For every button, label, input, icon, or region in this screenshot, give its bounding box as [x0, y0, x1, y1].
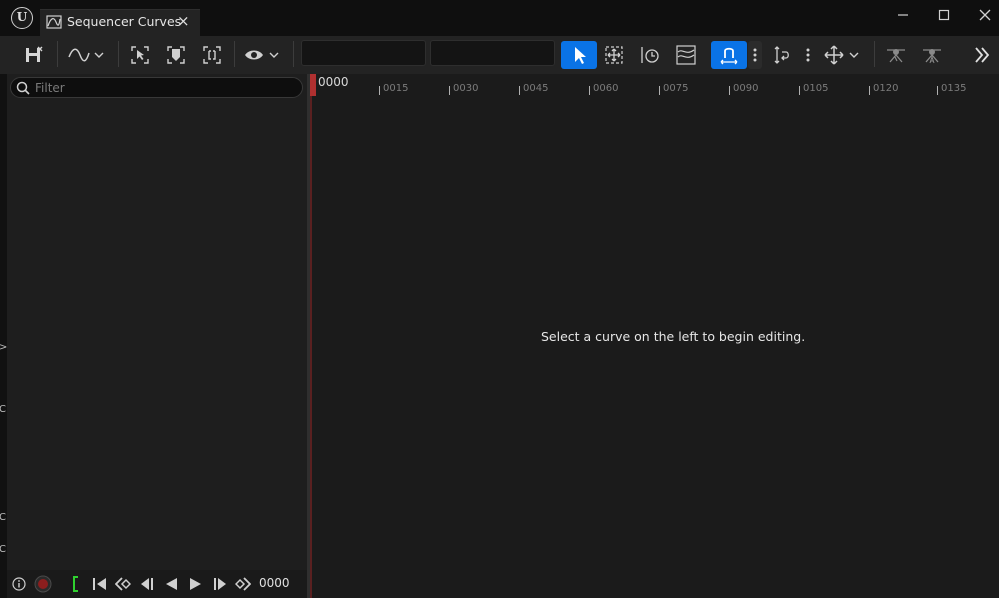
save-icon[interactable] [22, 41, 46, 69]
curve-toolbar [0, 36, 999, 74]
tab-sequencer-curves[interactable]: Sequencer Curves × [40, 9, 200, 36]
play-icon[interactable] [187, 574, 205, 594]
info-icon[interactable] [11, 574, 27, 594]
ruler-tick [589, 86, 590, 95]
ruler-tick [379, 86, 380, 95]
ruler-tick-label: 0060 [593, 83, 619, 94]
ruler-tick [937, 86, 938, 95]
snap-button[interactable] [711, 41, 747, 69]
ruler-tick [449, 86, 450, 95]
curve-tree-panel: 0000 [7, 74, 307, 598]
move-dropdown[interactable] [823, 41, 863, 69]
frame-all-icon[interactable] [200, 41, 224, 69]
toolbar-separator [118, 41, 119, 67]
edge-glyph: C [0, 544, 6, 555]
ruler-tick-label: 0090 [733, 83, 759, 94]
ruler-tick [659, 86, 660, 95]
eye-dropdown[interactable] [242, 41, 282, 69]
empty-state-message: Select a curve on the left to begin edit… [541, 329, 806, 344]
current-frame-readout: 0000 [259, 576, 290, 590]
curve-editor-canvas[interactable]: Select a curve on the left to begin edit… [312, 96, 999, 598]
normalize-icon[interactable] [771, 41, 795, 69]
step-back-icon[interactable] [138, 574, 156, 594]
eye-icon [245, 50, 279, 60]
ruler-tick-label: 0105 [803, 83, 829, 94]
curve-editor-icon [46, 15, 62, 29]
multi-scale-icon[interactable] [674, 41, 698, 69]
move-icon [824, 45, 859, 65]
ruler-tick-label: 0045 [523, 83, 549, 94]
select-icon [575, 47, 586, 64]
ruler-tick-label: 0030 [453, 83, 479, 94]
snap-icon [720, 47, 738, 65]
range-start-icon[interactable] [69, 574, 83, 594]
time-field[interactable] [301, 40, 426, 66]
select-tool-button[interactable] [561, 41, 597, 69]
record-icon[interactable] [33, 574, 53, 594]
toolbar-separator [234, 41, 235, 67]
prev-key-icon[interactable] [114, 574, 132, 594]
curve-view-icon [68, 48, 104, 62]
ruler-tick-label: 0015 [383, 83, 409, 94]
next-key-icon[interactable] [234, 574, 252, 594]
unreal-logo-icon[interactable]: U [11, 7, 33, 29]
ruler-tick [729, 86, 730, 95]
step-forward-icon[interactable] [211, 574, 229, 594]
title-bar: U Sequencer Curves × [0, 0, 999, 36]
skip-to-start-icon[interactable] [91, 574, 109, 594]
edge-glyph: C [0, 404, 6, 415]
filter-search-box[interactable] [10, 77, 303, 98]
docked-panel-edge: > C C C [0, 74, 7, 598]
tab-close-icon[interactable]: × [177, 12, 190, 30]
tangent-auto-icon[interactable] [920, 41, 944, 69]
timeline-start-label: 0000 [318, 75, 349, 89]
playhead[interactable] [310, 74, 316, 96]
normalize-options-kebab-icon[interactable] [801, 41, 815, 69]
toolbar-separator [293, 41, 294, 67]
close-icon[interactable] [970, 4, 999, 26]
maximize-icon[interactable] [929, 4, 959, 26]
ruler-tick [519, 86, 520, 95]
toolbar-separator [874, 41, 875, 67]
ruler-tick [869, 86, 870, 95]
snap-options-kebab-icon[interactable] [748, 41, 762, 69]
ruler-tick [799, 86, 800, 95]
minimize-icon[interactable] [888, 4, 918, 26]
key-icon[interactable] [164, 41, 188, 69]
ruler-tick-label: 0075 [663, 83, 689, 94]
ruler-tick-label: 0120 [873, 83, 899, 94]
transport-controls: 0000 [7, 570, 307, 598]
search-icon [16, 81, 30, 95]
filter-input[interactable] [35, 78, 295, 97]
edge-glyph: C [0, 512, 6, 523]
timeline-ruler[interactable]: 0000 0015 0030 0045 0060 0075 0090 0105 … [310, 74, 999, 96]
toolbar-separator [57, 41, 58, 67]
chevrons-right-icon[interactable] [970, 41, 994, 69]
tangent-icon[interactable] [884, 41, 908, 69]
transform-icon[interactable] [602, 41, 626, 69]
value-field[interactable] [430, 40, 555, 66]
tab-title: Sequencer Curves [67, 14, 182, 29]
ruler-tick-label: 0135 [941, 83, 967, 94]
retime-icon[interactable] [638, 41, 662, 69]
play-reverse-icon[interactable] [162, 574, 180, 594]
frame-selection-icon[interactable] [128, 41, 152, 69]
curve-view-dropdown[interactable] [66, 41, 106, 69]
